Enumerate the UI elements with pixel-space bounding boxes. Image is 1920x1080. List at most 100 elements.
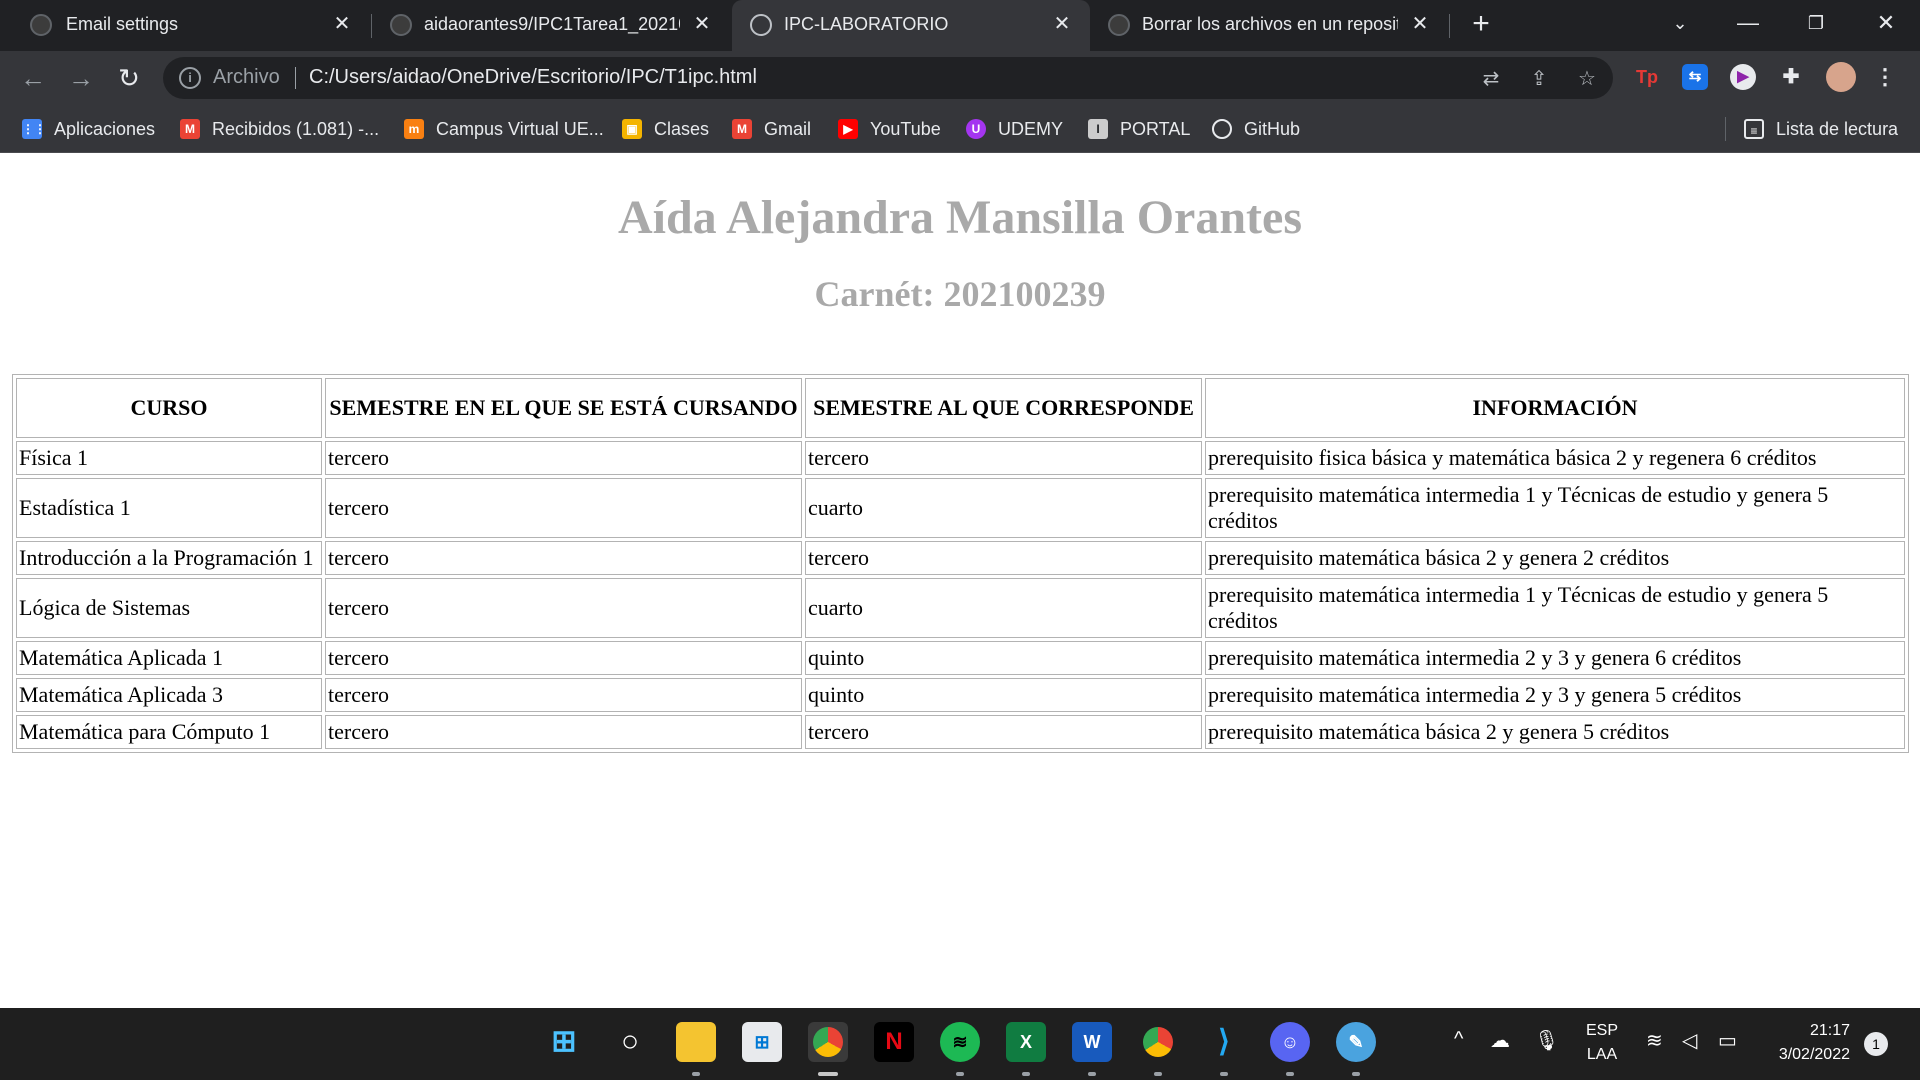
current-semester-cell: tercero <box>325 478 802 538</box>
current-semester-cell: tercero <box>325 578 802 638</box>
forward-button[interactable]: → <box>64 61 98 95</box>
running-indicator <box>692 1072 700 1076</box>
share-icon[interactable]: ⇪ <box>1527 67 1551 91</box>
play-extension-icon[interactable]: ▶ <box>1730 64 1756 90</box>
clock-time[interactable]: 21:17 <box>1760 1022 1850 1040</box>
bookmark-label: Aplicaciones <box>54 118 156 139</box>
windows-start-icon[interactable]: ⊞ <box>544 1022 584 1062</box>
table-row: Introducción a la Programación 1 tercero… <box>16 541 1905 575</box>
apps-grid-icon: ⋮⋮ <box>22 119 46 139</box>
minimize-button[interactable]: — <box>1728 6 1768 40</box>
corresponding-semester-cell: tercero <box>805 715 1202 749</box>
info-cell: prerequisito matemática intermedia 2 y 3… <box>1205 641 1905 675</box>
chrome-profile-icon[interactable] <box>808 1022 848 1062</box>
active-indicator <box>818 1072 838 1076</box>
scheme-label: Archivo <box>213 66 280 88</box>
info-icon[interactable]: i <box>179 67 201 89</box>
tab-email-settings[interactable]: Email settings ✕ <box>0 0 370 51</box>
info-cell: prerequisito fisica básica y matemática … <box>1205 441 1905 475</box>
moodle-icon: m <box>404 119 424 139</box>
course-cell: Lógica de Sistemas <box>16 578 322 638</box>
extension-icon[interactable]: ⇆ <box>1682 64 1708 90</box>
column-header: SEMESTRE EN EL QUE SE ESTÁ CURSANDO <box>325 378 802 438</box>
bookmark-label: Recibidos (1.081) -... <box>212 118 380 139</box>
battery-icon[interactable]: ▭ <box>1718 1028 1737 1053</box>
running-indicator <box>1088 1072 1096 1076</box>
bookmark-recibidos[interactable]: M Recibidos (1.081) -... <box>180 117 379 141</box>
chevron-up-icon[interactable]: ^ <box>1454 1028 1463 1051</box>
page-content: Aída Alejandra Mansilla Orantes Carnét: … <box>0 154 1920 1008</box>
excel-icon[interactable]: X <box>1006 1022 1046 1062</box>
bookmark-clases[interactable]: ▣ Clases <box>622 117 709 141</box>
discord-icon[interactable]: ☺ <box>1270 1022 1310 1062</box>
microsoft-store-icon[interactable]: ⊞ <box>742 1022 782 1062</box>
keyboard-layout-indicator[interactable]: LAA <box>1582 1046 1622 1064</box>
classroom-icon: ▣ <box>622 119 642 139</box>
wifi-icon[interactable]: ≋ <box>1646 1028 1663 1053</box>
address-bar[interactable]: i Archivo C:/Users/aidao/OneDrive/Escrit… <box>163 57 1613 99</box>
close-icon[interactable]: ✕ <box>330 12 354 36</box>
microphone-icon[interactable]: 🎙 <box>1534 1028 1559 1053</box>
bookmark-youtube[interactable]: ▶ YouTube <box>838 117 941 141</box>
menu-icon[interactable]: ⋮ <box>1872 64 1898 90</box>
bookmark-label: YouTube <box>870 118 941 139</box>
reading-list-button[interactable]: ≡ Lista de lectura <box>1744 117 1898 141</box>
reload-button[interactable]: ↻ <box>112 61 146 95</box>
bookmark-github[interactable]: GitHub <box>1212 117 1300 141</box>
course-cell: Introducción a la Programación 1 <box>16 541 322 575</box>
volume-icon[interactable]: ◁ <box>1682 1028 1697 1053</box>
bookmark-portal[interactable]: I PORTAL <box>1088 117 1190 141</box>
spotify-icon[interactable]: ≋ <box>940 1022 980 1062</box>
word-icon[interactable]: W <box>1072 1022 1112 1062</box>
bookmark-aplicaciones[interactable]: ⋮⋮ Aplicaciones <box>22 117 155 141</box>
column-header: SEMESTRE AL QUE CORRESPONDE <box>805 378 1202 438</box>
reading-list-icon: ≡ <box>1744 119 1764 139</box>
current-semester-cell: tercero <box>325 678 802 712</box>
bookmark-star-icon[interactable]: ☆ <box>1575 67 1599 91</box>
clock-date[interactable]: 3/02/2022 <box>1760 1046 1850 1064</box>
search-icon[interactable]: ○ <box>610 1022 650 1062</box>
info-cell: prerequisito matemática intermedia 2 y 3… <box>1205 678 1905 712</box>
chrome-icon[interactable] <box>1138 1022 1178 1062</box>
onedrive-icon[interactable]: ☁ <box>1490 1028 1510 1053</box>
chrome-logo-icon <box>1143 1027 1173 1057</box>
bookmark-udemy[interactable]: U UDEMY <box>966 117 1063 141</box>
translate-icon[interactable]: ⇄ <box>1479 67 1503 91</box>
file-explorer-icon[interactable] <box>676 1022 716 1062</box>
info-cell: prerequisito matemática intermedia 1 y T… <box>1205 478 1905 538</box>
paint-icon[interactable]: ✎ <box>1336 1022 1376 1062</box>
tab-ipc-laboratorio[interactable]: IPC-LABORATORIO ✕ <box>732 0 1090 51</box>
tab-strip: Email settings ✕ aidaorantes9/IPC1Tarea1… <box>0 0 1920 51</box>
puzzle-icon[interactable]: ✚ <box>1778 64 1804 90</box>
bookmark-campus-virtual[interactable]: m Campus Virtual UE... <box>404 117 604 141</box>
github-icon <box>30 14 52 36</box>
restore-button[interactable]: ❐ <box>1796 6 1836 40</box>
close-icon[interactable]: ✕ <box>690 12 714 36</box>
page-title: Aída Alejandra Mansilla Orantes <box>617 191 1303 244</box>
language-indicator[interactable]: ESP <box>1582 1022 1622 1040</box>
window-close-button[interactable]: ✕ <box>1866 6 1906 40</box>
running-indicator <box>1220 1072 1228 1076</box>
close-icon[interactable]: ✕ <box>1050 12 1074 36</box>
bookmark-gmail[interactable]: M Gmail <box>732 117 811 141</box>
profile-avatar[interactable] <box>1826 62 1856 92</box>
corresponding-semester-cell: tercero <box>805 541 1202 575</box>
info-cell: prerequisito matemática intermedia 1 y T… <box>1205 578 1905 638</box>
courses-table: CURSO SEMESTRE EN EL QUE SE ESTÁ CURSAND… <box>12 374 1909 753</box>
tp-extension-icon[interactable]: Tp <box>1634 64 1660 90</box>
current-semester-cell: tercero <box>325 641 802 675</box>
tab-search-button[interactable]: ⌄ <box>1660 6 1700 40</box>
url-text[interactable]: C:/Users/aidao/OneDrive/Escritorio/IPC/T… <box>309 66 757 89</box>
tab-borrar-archivos[interactable]: Borrar los archivos en un reposito ✕ <box>1090 0 1448 51</box>
netflix-icon[interactable]: N <box>874 1022 914 1062</box>
new-tab-button[interactable]: + <box>1464 8 1498 42</box>
corresponding-semester-cell: cuarto <box>805 578 1202 638</box>
vscode-icon[interactable]: ⟩ <box>1204 1022 1244 1062</box>
back-button[interactable]: ← <box>16 61 50 95</box>
github-icon <box>390 14 412 36</box>
current-semester-cell: tercero <box>325 541 802 575</box>
notification-badge[interactable]: 1 <box>1864 1032 1888 1056</box>
close-icon[interactable]: ✕ <box>1408 12 1432 36</box>
tab-github-repo[interactable]: aidaorantes9/IPC1Tarea1_202100 ✕ <box>372 0 730 51</box>
bookmark-label: Clases <box>654 118 710 139</box>
